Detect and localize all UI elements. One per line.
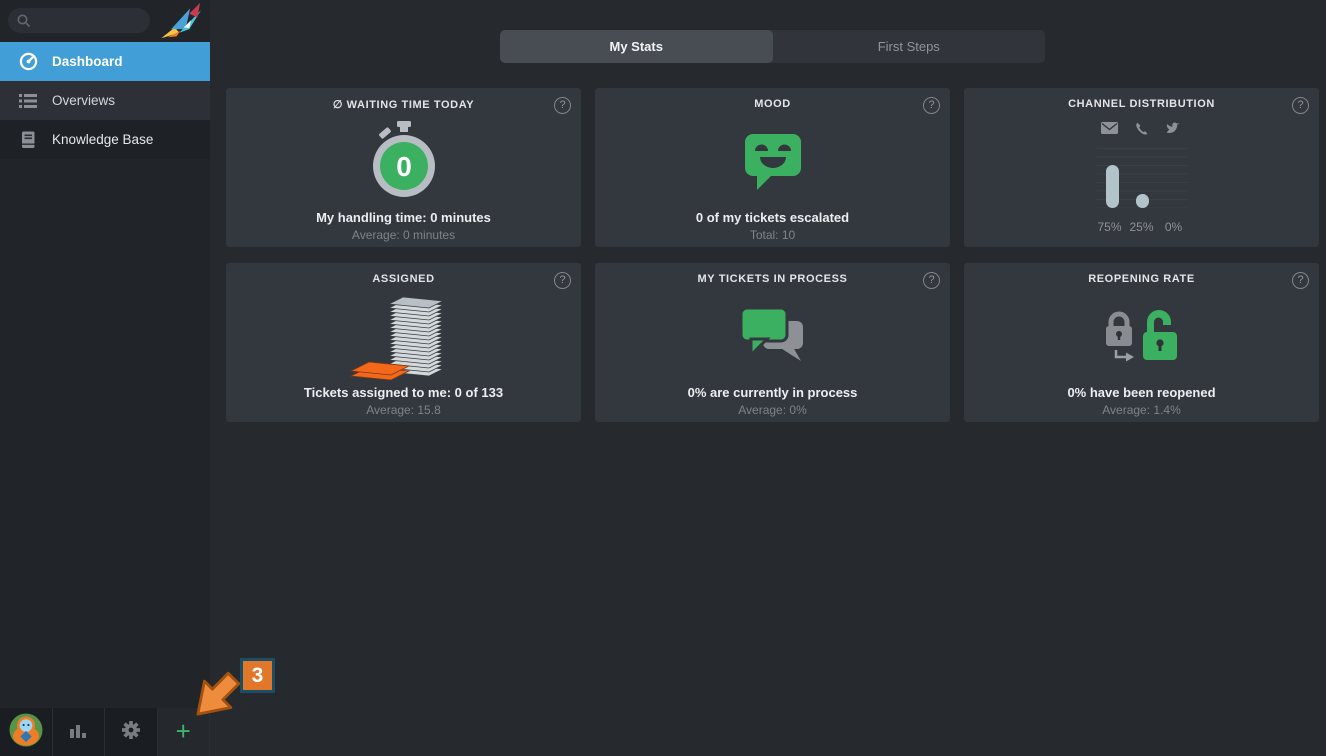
- knowledge-base-icon: [18, 131, 38, 149]
- card-stat-line: Tickets assigned to me: 0 of 133: [226, 385, 581, 400]
- dashboard-main: My Stats First Steps ∅ WAITING TIME TODA…: [210, 0, 1326, 756]
- plus-icon: +: [176, 718, 191, 744]
- help-icon[interactable]: ?: [554, 272, 571, 289]
- bar-phone: [1136, 194, 1149, 209]
- percent-email: 75%: [1094, 220, 1126, 234]
- search-box[interactable]: [8, 8, 150, 33]
- reopen-locks-icon: [964, 289, 1319, 383]
- sidebar-item-label: Knowledge Base: [52, 132, 153, 147]
- sidebar-item-knowledge-base[interactable]: Knowledge Base: [0, 120, 210, 159]
- channel-bar-chart: [1097, 148, 1187, 208]
- sidebar-item-label: Dashboard: [52, 54, 123, 69]
- card-title: ∅ WAITING TIME TODAY: [226, 98, 581, 111]
- sidebar: Dashboard Overviews Knowled: [0, 0, 210, 756]
- help-icon[interactable]: ?: [1292, 97, 1309, 114]
- gear-icon: [122, 721, 140, 744]
- sidebar-item-dashboard[interactable]: Dashboard: [0, 42, 210, 81]
- help-icon[interactable]: ?: [554, 97, 571, 114]
- help-icon[interactable]: ?: [923, 97, 940, 114]
- card-total-line: Total: 10: [595, 228, 950, 242]
- taskbar: +: [0, 708, 210, 756]
- stats-grid: ∅ WAITING TIME TODAY ? 0 My handling tim…: [226, 88, 1319, 422]
- help-icon[interactable]: ?: [1292, 272, 1309, 289]
- help-icon[interactable]: ?: [923, 272, 940, 289]
- card-stat-line: 0% are currently in process: [595, 385, 950, 400]
- bar-email: [1106, 165, 1119, 209]
- card-reopening-rate: REOPENING RATE ? 0% have been reopened A: [964, 263, 1319, 422]
- search-icon: [17, 14, 30, 27]
- card-stat-line: 0% have been reopened: [964, 385, 1319, 400]
- zammad-logo-icon: [158, 2, 206, 45]
- card-title: REOPENING RATE: [964, 273, 1319, 285]
- settings-button[interactable]: [105, 708, 158, 756]
- search-input[interactable]: [36, 14, 136, 28]
- stopwatch-icon: 0: [226, 114, 581, 208]
- mood-smiley-icon: [595, 114, 950, 208]
- search-row: [0, 0, 210, 42]
- annotation-step-badge: 3: [240, 658, 275, 693]
- card-average-line: Average: 15.8: [226, 403, 581, 417]
- stopwatch-value: 0: [396, 151, 412, 182]
- card-title: ASSIGNED: [226, 273, 581, 285]
- avatar: [9, 713, 43, 752]
- chat-bubbles-icon: [595, 289, 950, 383]
- card-stat-line: 0 of my tickets escalated: [595, 210, 950, 225]
- overviews-icon: [18, 93, 38, 109]
- sidebar-item-overviews[interactable]: Overviews: [0, 81, 210, 120]
- card-average-line: Average: 1.4%: [964, 403, 1319, 417]
- card-average-line: Average: 0 minutes: [226, 228, 581, 242]
- card-channel-distribution: CHANNEL DISTRIBUTION ?: [964, 88, 1319, 247]
- card-mood: MOOD ? 0 of my tickets escalated Total: …: [595, 88, 950, 247]
- card-waiting-time: ∅ WAITING TIME TODAY ? 0 My handling tim…: [226, 88, 581, 247]
- card-title: MY TICKETS IN PROCESS: [595, 273, 950, 285]
- sidebar-nav: Dashboard Overviews Knowled: [0, 42, 210, 159]
- user-avatar-button[interactable]: [0, 708, 53, 756]
- percent-phone: 25%: [1126, 220, 1158, 234]
- card-title: CHANNEL DISTRIBUTION: [964, 98, 1319, 110]
- card-stat-line: My handling time: 0 minutes: [226, 210, 581, 225]
- sidebar-item-label: Overviews: [52, 93, 115, 108]
- dashboard-icon: [18, 52, 38, 71]
- stats-button[interactable]: [53, 708, 106, 756]
- dashboard-tabs: My Stats First Steps: [500, 30, 1045, 63]
- twitter-icon: [1158, 122, 1190, 136]
- tab-first-steps[interactable]: First Steps: [773, 30, 1046, 63]
- ticket-stack-icon: [226, 289, 581, 383]
- phone-icon: [1126, 122, 1158, 136]
- channel-percent-labels: 75% 25% 0%: [964, 220, 1319, 234]
- percent-twitter: 0%: [1158, 220, 1190, 234]
- card-average-line: Average: 0%: [595, 403, 950, 417]
- card-title: MOOD: [595, 98, 950, 110]
- card-tickets-in-process: MY TICKETS IN PROCESS ? 0% are currently…: [595, 263, 950, 422]
- bar-chart-icon: [69, 722, 87, 743]
- email-icon: [1094, 122, 1126, 136]
- channel-icons-row: [964, 122, 1319, 136]
- tab-my-stats[interactable]: My Stats: [500, 30, 773, 63]
- card-assigned: ASSIGNED ?: [226, 263, 581, 422]
